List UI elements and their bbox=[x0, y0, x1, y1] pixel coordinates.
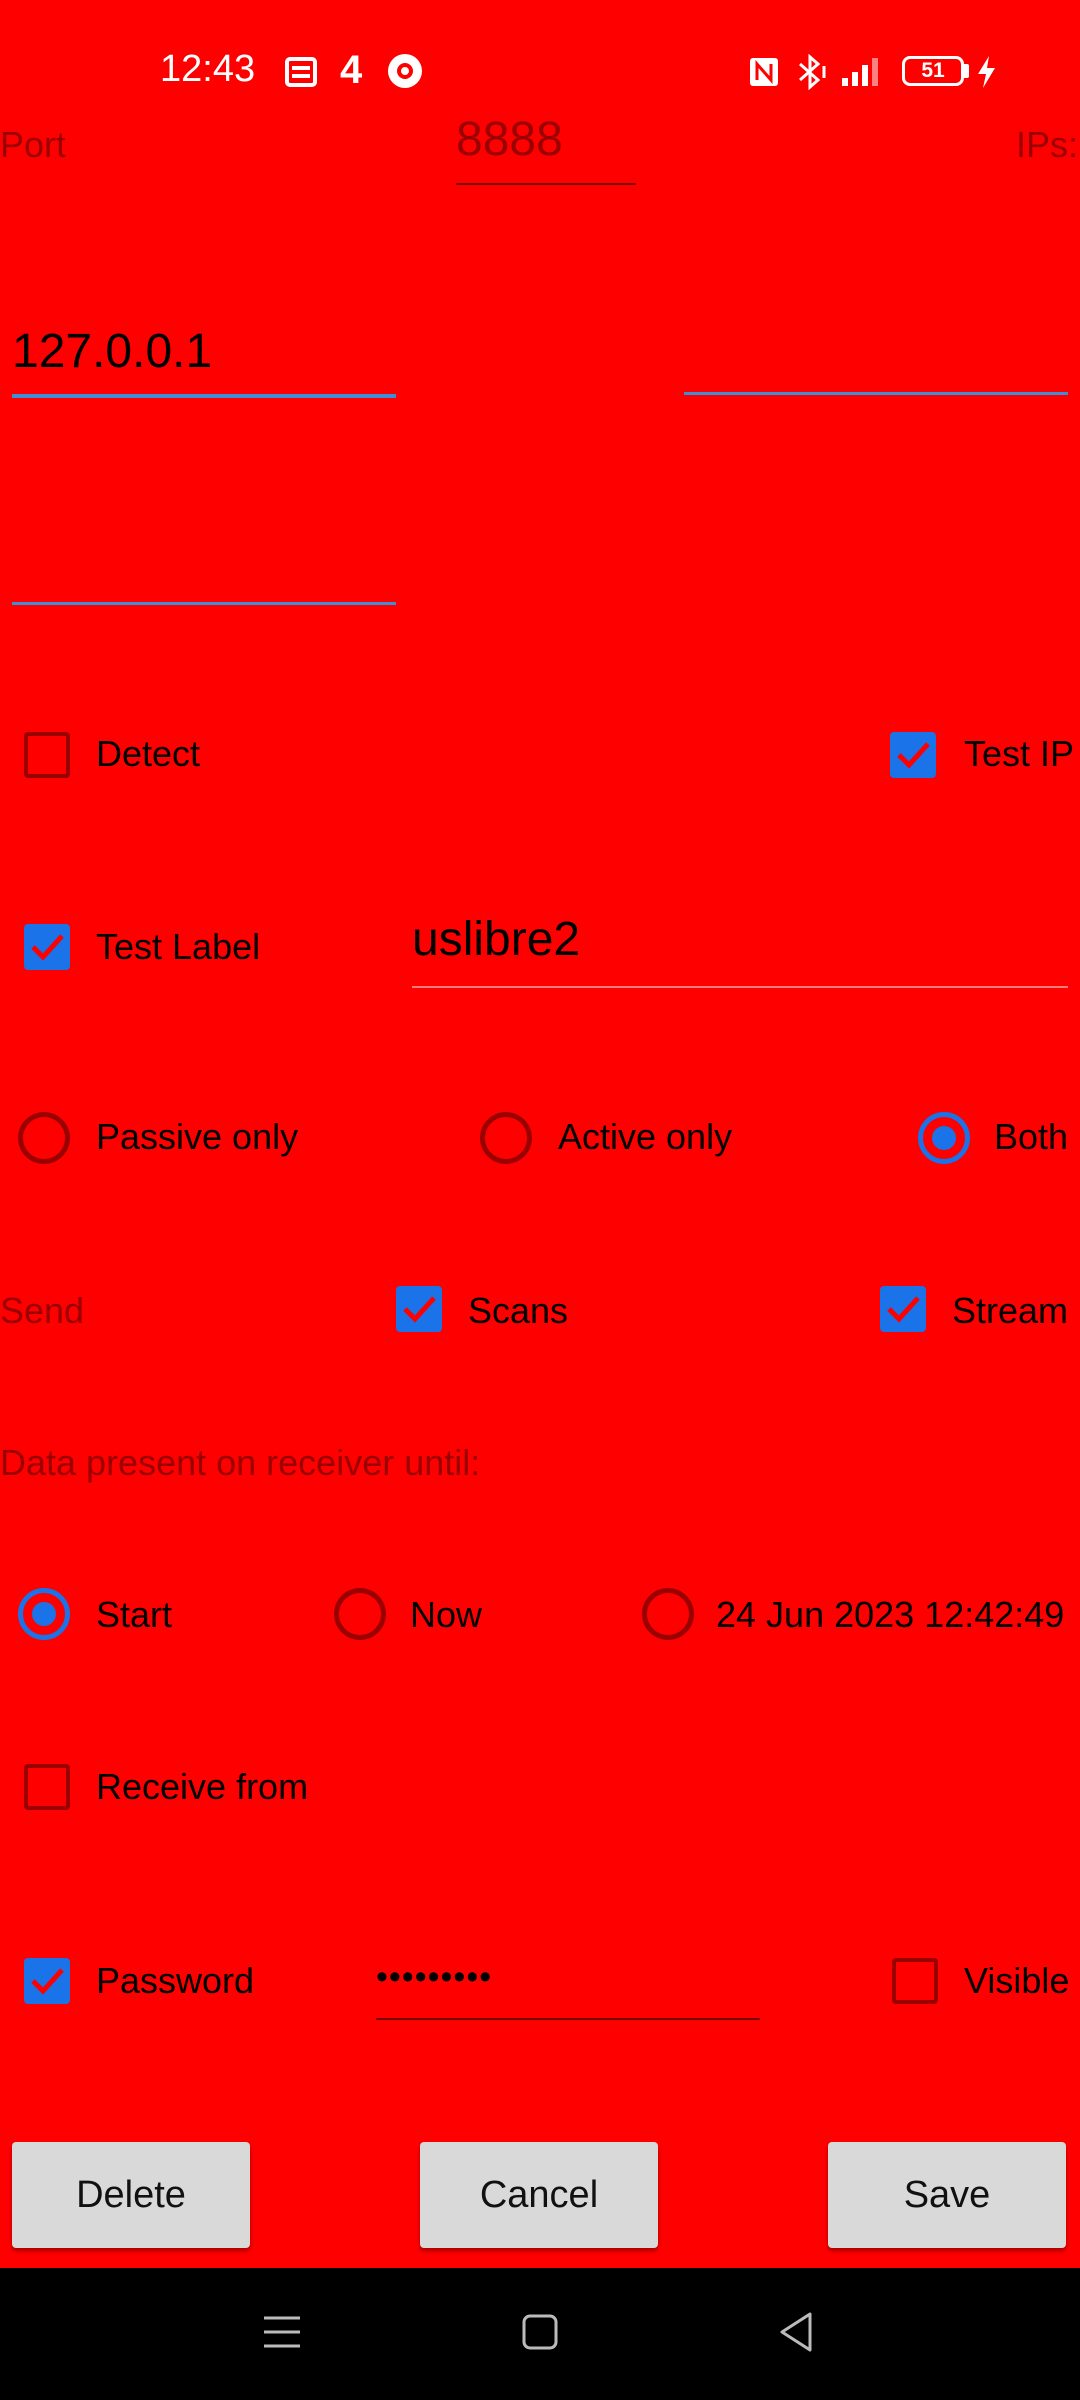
now-radio[interactable] bbox=[334, 1588, 386, 1640]
ip-input-3-underline bbox=[12, 602, 396, 605]
password-label: Password bbox=[96, 1960, 255, 2001]
port-input-underline bbox=[456, 183, 636, 185]
stream-label: Stream bbox=[952, 1290, 1069, 1331]
battery-level: 51 bbox=[921, 59, 945, 82]
check-icon bbox=[887, 1296, 920, 1323]
nfc-icon bbox=[750, 58, 778, 86]
scans-checkbox[interactable] bbox=[396, 1286, 442, 1332]
ips-label: IPs: bbox=[1016, 124, 1079, 165]
visible-label: Visible bbox=[964, 1960, 1070, 2001]
active-only-radio[interactable] bbox=[480, 1112, 532, 1164]
test-label-label: Test Label bbox=[96, 926, 261, 967]
bluetooth-icon bbox=[799, 54, 826, 90]
battery-tip bbox=[964, 64, 969, 78]
detect-checkbox[interactable] bbox=[24, 732, 70, 778]
start-radio[interactable] bbox=[18, 1588, 70, 1640]
password-input[interactable]: ••••••••• bbox=[376, 1958, 492, 1997]
visible-checkbox[interactable] bbox=[892, 1958, 938, 2004]
check-icon bbox=[31, 934, 64, 961]
passive-only-radio[interactable] bbox=[18, 1112, 70, 1164]
stream-checkbox[interactable] bbox=[880, 1286, 926, 1332]
ip-input-2[interactable] bbox=[684, 330, 1068, 386]
ip-input-1[interactable]: 127.0.0.1 bbox=[12, 324, 212, 379]
check-icon bbox=[31, 1968, 64, 1995]
password-input-underline bbox=[376, 2018, 760, 2020]
navigation-bar bbox=[0, 2268, 1080, 2400]
cancel-button[interactable]: Cancel bbox=[420, 2142, 658, 2248]
label-input[interactable]: uslibre2 bbox=[412, 912, 580, 967]
back-icon[interactable] bbox=[776, 2310, 816, 2354]
date-label: 24 Jun 2023 12:42:49 bbox=[716, 1594, 1065, 1635]
save-button[interactable]: Save bbox=[828, 2142, 1066, 2248]
menu-icon[interactable] bbox=[262, 2312, 302, 2352]
test-label-checkbox[interactable] bbox=[24, 924, 70, 970]
sim-card-icon bbox=[285, 57, 317, 87]
scans-label: Scans bbox=[468, 1290, 569, 1331]
battery-icon: 51 bbox=[902, 56, 964, 86]
signal-icon bbox=[842, 58, 878, 86]
test-ip-label: Test IP bbox=[964, 733, 1075, 774]
send-label: Send bbox=[0, 1290, 85, 1331]
receive-from-label: Receive from bbox=[96, 1766, 309, 1807]
both-label: Both bbox=[994, 1116, 1069, 1157]
active-only-label: Active only bbox=[558, 1116, 733, 1157]
record-icon bbox=[388, 54, 422, 88]
check-icon bbox=[897, 742, 930, 769]
notification-count: 4 bbox=[340, 48, 363, 92]
test-ip-checkbox[interactable] bbox=[890, 732, 936, 778]
ip-input-3[interactable] bbox=[12, 540, 396, 596]
both-radio[interactable] bbox=[918, 1112, 970, 1164]
label-input-underline bbox=[412, 986, 1068, 988]
status-time: 12:43 bbox=[160, 48, 256, 90]
charging-icon bbox=[978, 56, 995, 88]
password-checkbox[interactable] bbox=[24, 1958, 70, 2004]
data-until-heading: Data present on receiver until: bbox=[0, 1442, 481, 1483]
passive-only-label: Passive only bbox=[96, 1116, 299, 1157]
home-icon[interactable] bbox=[520, 2312, 560, 2352]
date-radio[interactable] bbox=[642, 1588, 694, 1640]
start-label: Start bbox=[96, 1594, 173, 1635]
ip-input-1-underline bbox=[12, 394, 396, 398]
check-icon bbox=[403, 1296, 436, 1323]
delete-button[interactable]: Delete bbox=[12, 2142, 250, 2248]
receive-from-checkbox[interactable] bbox=[24, 1764, 70, 1810]
port-input[interactable]: 8888 bbox=[456, 112, 563, 167]
port-label: Port bbox=[0, 124, 67, 165]
detect-label: Detect bbox=[96, 733, 201, 774]
now-label: Now bbox=[410, 1594, 483, 1635]
ip-input-2-underline bbox=[684, 392, 1068, 395]
